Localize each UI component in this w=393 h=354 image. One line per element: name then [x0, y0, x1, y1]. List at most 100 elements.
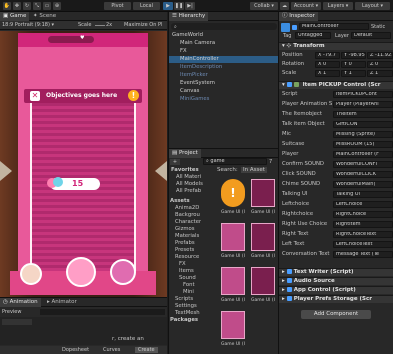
- local-button[interactable]: Local: [133, 2, 160, 10]
- project-search-input[interactable]: ⌕ game: [203, 158, 267, 165]
- favorite-item[interactable]: All Models: [169, 181, 203, 188]
- object-reference-field[interactable]: WonderfulMain(: [333, 181, 393, 188]
- dress-button[interactable]: [66, 257, 96, 287]
- collab-button[interactable]: Collab ▾: [250, 2, 278, 10]
- hierarchy-item[interactable]: Canvas: [169, 88, 279, 95]
- scale-y-field[interactable]: Y 1: [341, 70, 366, 77]
- folder-item[interactable]: Gizmos: [169, 226, 195, 233]
- folder-item[interactable]: Materials: [169, 233, 199, 240]
- folder-item[interactable]: Packages: [169, 317, 198, 324]
- asset-tile[interactable]: Game UI (I: [219, 265, 247, 307]
- folder-item[interactable]: FX: [169, 261, 186, 268]
- play-button[interactable]: ▶: [163, 2, 173, 10]
- position-y-field[interactable]: Y -98.95: [341, 52, 366, 59]
- layers-dropdown[interactable]: Layers ▾: [323, 2, 353, 10]
- object-name-field[interactable]: MainController: [299, 23, 369, 30]
- folder-item[interactable]: Mini: [169, 289, 194, 296]
- asset-tile[interactable]: Game UI (I: [249, 265, 277, 307]
- layout-dropdown[interactable]: Layout ▾: [355, 2, 390, 10]
- object-reference-field[interactable]: Player (PlayerAni: [333, 101, 393, 108]
- move-tool-icon[interactable]: ✥: [13, 2, 21, 10]
- component-header[interactable]: ▸ App Control (Script): [279, 286, 393, 294]
- timeline-area[interactable]: r, create an: [0, 317, 167, 345]
- folder-item[interactable]: Assets: [169, 198, 190, 205]
- component-enabled-checkbox[interactable]: [286, 296, 292, 301]
- hierarchy-item[interactable]: MainController: [169, 56, 279, 63]
- dopesheet-tab[interactable]: Dopesheet: [62, 347, 89, 353]
- cloud-icon[interactable]: ☁: [280, 2, 289, 10]
- search-scope-tab[interactable]: In Asset: [241, 167, 267, 173]
- object-reference-field[interactable]: RightChoiceText: [333, 231, 393, 238]
- hierarchy-item[interactable]: MiniGames: [169, 96, 279, 103]
- hierarchy-item[interactable]: GameWorld: [169, 32, 279, 39]
- object-reference-field[interactable]: MainController (F: [333, 151, 393, 158]
- object-reference-field[interactable]: LeftChoiceText: [333, 241, 393, 248]
- object-reference-field[interactable]: TheItem: [333, 111, 393, 118]
- item-pickup-header[interactable]: ▾ Item PICKUP Control (Scr: [279, 81, 393, 89]
- static-toggle[interactable]: Static: [371, 24, 385, 30]
- alert-icon[interactable]: !: [128, 90, 139, 101]
- scale-x-field[interactable]: X 1: [315, 70, 340, 77]
- component-header[interactable]: ▸ Audio Source: [279, 277, 393, 285]
- folder-item[interactable]: Backgrou: [169, 212, 200, 219]
- object-reference-field[interactable]: RightItem: [333, 221, 393, 228]
- favorite-item[interactable]: All Materi: [169, 174, 201, 181]
- folder-item[interactable]: Presets: [169, 247, 194, 254]
- hierarchy-item[interactable]: FX: [169, 48, 279, 55]
- gift-icon[interactable]: [110, 259, 136, 285]
- game-render-area[interactable]: ♥ ✕ Objectives goes here ! 15: [0, 31, 167, 297]
- rect-tool-icon[interactable]: ▭: [43, 2, 51, 10]
- rotation-x-field[interactable]: X 0: [315, 61, 340, 68]
- hand-tool-icon[interactable]: ✋: [3, 2, 11, 10]
- hierarchy-search-input[interactable]: ⌕: [171, 23, 277, 30]
- scale-slider[interactable]: [95, 25, 105, 26]
- hierarchy-item[interactable]: ItemDescription: [169, 64, 279, 71]
- object-reference-field[interactable]: WonderfulCONFI: [333, 161, 393, 168]
- tab-inspector[interactable]: ⓘ Inspector: [279, 12, 318, 21]
- object-reference-field[interactable]: Talking UI: [333, 191, 393, 198]
- folder-item[interactable]: Font: [169, 282, 195, 289]
- pause-button[interactable]: ❚❚: [174, 2, 184, 10]
- tab-hierarchy[interactable]: ☰ Hierarchy: [169, 12, 209, 21]
- asset-tile[interactable]: Game UI (I: [219, 221, 247, 263]
- create-asset-button[interactable]: +: [170, 159, 180, 165]
- component-header[interactable]: ▸ Text Writer (Script): [279, 268, 393, 276]
- tab-animation[interactable]: ◷ Animation: [0, 298, 41, 307]
- asset-tile[interactable]: Game UI (I: [249, 221, 277, 263]
- folder-item[interactable]: Anima2D: [169, 205, 199, 212]
- hierarchy-item[interactable]: ItemPicker: [169, 72, 279, 79]
- object-reference-field[interactable]: GiftICON: [333, 121, 393, 128]
- folder-item[interactable]: Prefabs: [169, 240, 195, 247]
- tab-animator[interactable]: ▸ Animator: [44, 298, 80, 307]
- folder-item[interactable]: Sound: [169, 275, 196, 282]
- step-button[interactable]: ▶|: [185, 2, 195, 10]
- folder-item[interactable]: TextMesh: [169, 310, 200, 317]
- timeline-ruler[interactable]: [40, 309, 165, 315]
- folder-item[interactable]: Settings: [169, 303, 197, 310]
- tag-dropdown[interactable]: Untagged: [295, 32, 331, 39]
- component-header[interactable]: ▸ Player Prefs Storage (Scr: [279, 295, 393, 303]
- active-checkbox[interactable]: [292, 24, 299, 31]
- object-reference-field[interactable]: Missing (Sprite): [333, 131, 393, 138]
- object-reference-field[interactable]: ItemPICKUPCont: [333, 91, 393, 98]
- favorite-item[interactable]: All Prefab: [169, 188, 201, 195]
- folder-item[interactable]: Character: [169, 219, 201, 226]
- hierarchy-item[interactable]: EventSystem: [169, 80, 279, 87]
- object-reference-field[interactable]: WonderfulCLICK: [333, 171, 393, 178]
- account-dropdown[interactable]: Account ▾: [291, 2, 321, 10]
- transform-tool-icon[interactable]: ⊕: [53, 2, 61, 10]
- pivot-button[interactable]: Pivot: [104, 2, 131, 10]
- curves-tab[interactable]: Curves: [103, 347, 120, 353]
- asset-tile[interactable]: Game UI (I: [219, 309, 247, 351]
- scale-tool-icon[interactable]: ⤡: [33, 2, 41, 10]
- folder-item[interactable]: Resource: [169, 254, 199, 261]
- animation-clip-dropdown[interactable]: [2, 319, 32, 325]
- layer-dropdown[interactable]: Default: [351, 32, 391, 39]
- rotation-z-field[interactable]: Z 0: [367, 61, 393, 68]
- folder-item[interactable]: Items: [169, 268, 194, 275]
- component-enabled-checkbox[interactable]: [286, 278, 292, 283]
- resolution-dropdown[interactable]: 18:9 Portrait (9:18) ▾: [2, 22, 54, 28]
- add-component-button[interactable]: Add Component: [301, 310, 371, 319]
- object-reference-field[interactable]: message Text (Te: [333, 251, 393, 258]
- asset-tile[interactable]: ! Game UI (I: [219, 177, 247, 219]
